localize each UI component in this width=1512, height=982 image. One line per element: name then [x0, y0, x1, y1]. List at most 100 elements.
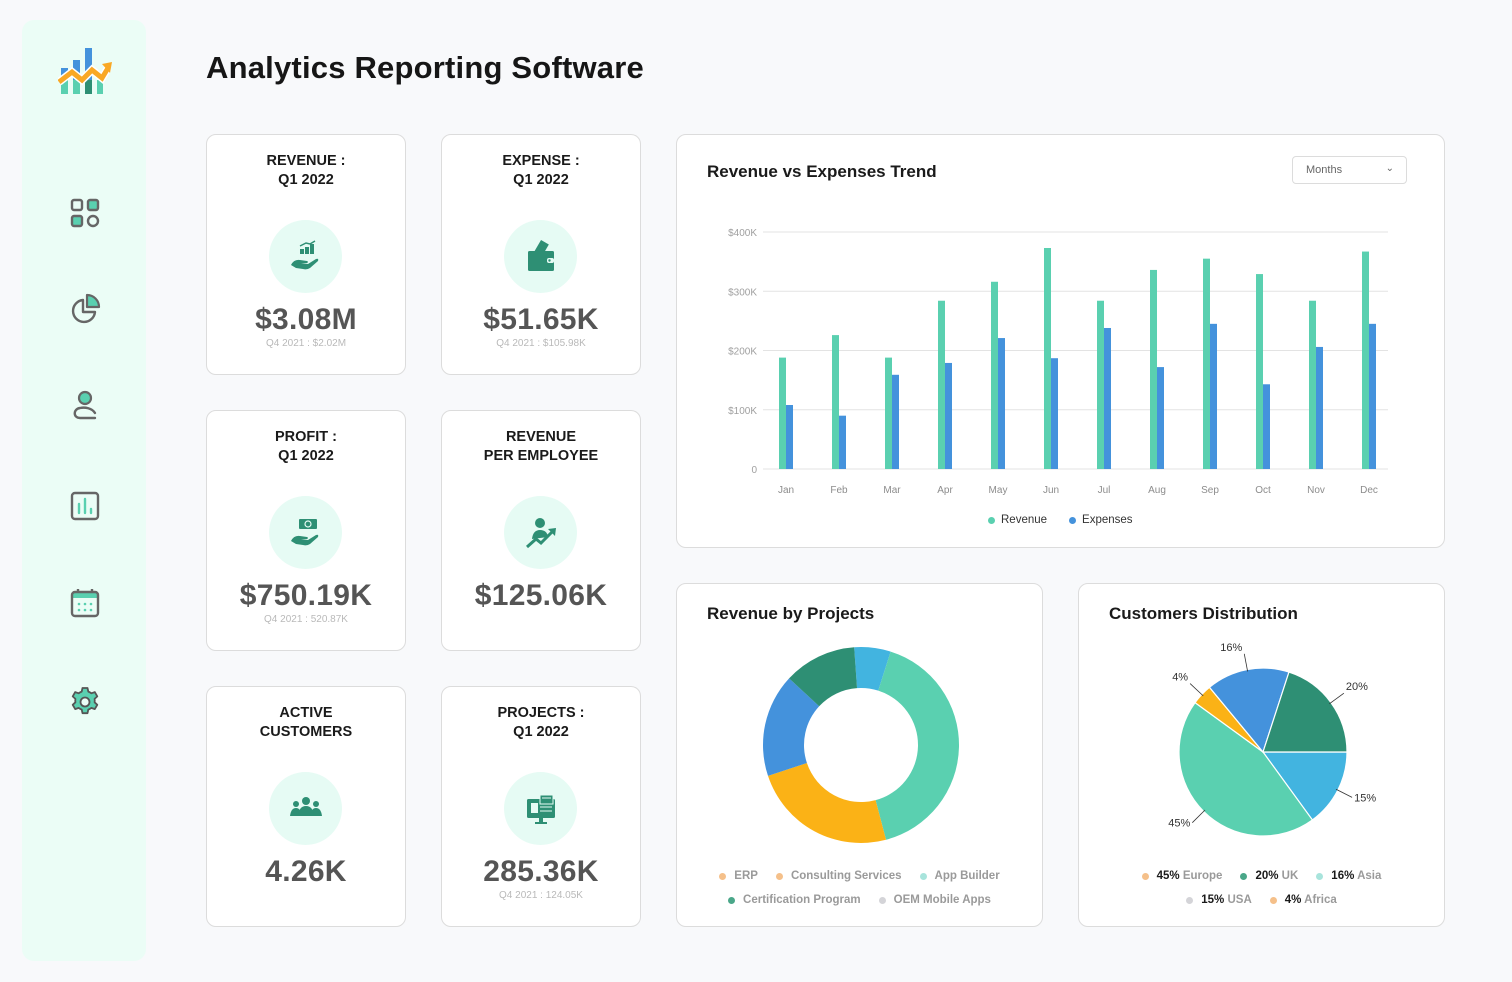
pie-leader-line [1329, 692, 1345, 705]
bar-expenses [1316, 346, 1323, 469]
pie-chart-icon [71, 293, 101, 324]
pie-leader-line [1189, 683, 1204, 697]
kpi-title: PROJECTS : Q1 2022 [497, 705, 585, 740]
x-tick-label: Jul [1098, 485, 1111, 496]
sidebar-item-dashboard[interactable] [66, 194, 104, 232]
money-hand-icon [290, 518, 318, 545]
bar-revenue [832, 335, 839, 469]
bar-expenses [786, 405, 793, 469]
bar-expenses [998, 338, 1005, 469]
customers-distribution-card: Customers Distribution 15% 45% 4% 16% 20% 45… [1078, 583, 1445, 927]
gear-icon [71, 687, 99, 715]
kpi-title: PROFIT : Q1 2022 [274, 429, 338, 464]
pie-data-label: 16% [1220, 642, 1242, 654]
kpi-comparison: Q4 2021 : $2.02M [265, 338, 347, 349]
legend-item-europe: 45% Europe [1141, 870, 1222, 882]
pie-leader-line [1192, 809, 1206, 823]
bar-revenue [991, 281, 998, 469]
kpi-title: REVENUE PER EMPLOYEE [483, 429, 599, 464]
bar-revenue [1362, 251, 1369, 469]
legend-item-africa: 4% Africa [1269, 894, 1337, 906]
legend-item-erp: ERP [719, 870, 758, 882]
kpi-card-active-customers: ACTIVE CUSTOMERS 4.26K [206, 686, 406, 927]
bar-revenue [779, 357, 786, 469]
x-tick-label: Apr [937, 485, 953, 496]
y-tick-label: $300K [728, 287, 757, 298]
revenue-by-projects-card: Revenue by Projects ERP Consulting Servi… [676, 583, 1043, 927]
pie-chart: 15% 45% 4% 16% 20% [1168, 642, 1376, 837]
pie-data-label: 15% [1354, 792, 1376, 804]
kpi-value: $51.65K [483, 303, 599, 336]
bar-expenses [1369, 323, 1376, 469]
calendar-icon [70, 589, 100, 618]
legend-item-certification: Certification Program [728, 894, 861, 906]
kpi-value: $750.19K [239, 579, 373, 612]
kpi-value: $125.06K [474, 579, 608, 612]
bar-expenses [1210, 323, 1217, 469]
bar-expenses [1157, 367, 1164, 469]
x-tick-label: Nov [1307, 485, 1325, 496]
sidebar [22, 20, 146, 961]
revenue-hand-icon [290, 239, 318, 269]
bar-expenses [1263, 384, 1270, 469]
chart-legend: Revenue Expenses [988, 514, 1133, 526]
x-tick-label: Sep [1201, 485, 1219, 496]
legend-item-revenue: Revenue [988, 514, 1047, 526]
customers-icon [289, 796, 322, 816]
revenue-expenses-card: Revenue vs Expenses Trend Months ⌄ 0 $100… [676, 134, 1445, 548]
page-title: Analytics Reporting Software [206, 50, 644, 85]
pie-data-label: 20% [1346, 681, 1368, 693]
kpi-card-revenue-per-employee: REVENUE PER EMPLOYEE $125.06K [441, 410, 641, 651]
kpi-comparison: Q4 2021 : 124.05K [499, 890, 583, 901]
x-tick-label: Jan [778, 485, 794, 496]
sidebar-item-reports[interactable] [66, 290, 104, 328]
kpi-value: 4.26K [265, 855, 347, 888]
pie-data-label: 4% [1172, 672, 1188, 684]
logo-icon [58, 48, 112, 94]
kpi-card-expense: EXPENSE : Q1 2022 $51.65K Q4 2021 : $105… [441, 134, 641, 375]
bar-expenses [1051, 358, 1058, 469]
sidebar-item-analytics[interactable] [66, 487, 104, 525]
grid-icon [70, 198, 100, 228]
bar-chart-icon [70, 491, 100, 521]
x-tick-label: Jun [1043, 485, 1059, 496]
pie-leader-line [1335, 788, 1353, 798]
legend-item-app-builder: App Builder [919, 870, 1000, 882]
y-tick-label: $400K [728, 228, 757, 239]
kpi-comparison: Q4 2021 : $105.98K [496, 338, 586, 349]
bar-expenses [1104, 327, 1111, 469]
kpi-value: 285.36K [483, 855, 599, 888]
bar-revenue [938, 300, 945, 469]
bar-revenue [1044, 247, 1051, 469]
user-icon [73, 390, 97, 420]
bar-expenses [945, 362, 952, 469]
bar-chart: 0 $100K $200K $300K $400K Jan Feb Mar Apr May Jun J… [728, 228, 1388, 496]
legend-item-expenses: Expenses [1069, 514, 1133, 526]
x-tick-label: Dec [1360, 485, 1378, 496]
sidebar-item-users[interactable] [66, 386, 104, 424]
x-tick-label: Mar [883, 485, 901, 496]
kpi-card-projects: PROJECTS : Q1 2022 285.36K Q4 2021 : 124… [441, 686, 641, 927]
donut-slice [875, 651, 959, 840]
x-tick-label: Oct [1255, 485, 1271, 496]
legend-item-usa: 15% USA [1186, 894, 1252, 906]
bar-expenses [892, 374, 899, 469]
y-tick-label: $200K [728, 347, 757, 358]
kpi-card-profit: PROFIT : Q1 2022 $750.19K Q4 2021 : 520.… [206, 410, 406, 651]
legend-item-asia: 16% Asia [1316, 870, 1381, 882]
sidebar-item-calendar[interactable] [66, 584, 104, 622]
legend-item-consulting: Consulting Services [775, 870, 902, 882]
sidebar-item-settings[interactable] [66, 683, 104, 721]
projects-monitor-icon [526, 794, 555, 824]
bar-revenue [885, 357, 892, 469]
bar-revenue [1256, 274, 1263, 469]
y-tick-label: 0 [751, 465, 757, 476]
bar-expenses [839, 415, 846, 469]
kpi-title: EXPENSE : Q1 2022 [502, 153, 580, 188]
donut-chart [763, 647, 959, 843]
kpi-title: ACTIVE CUSTOMERS [259, 705, 353, 740]
x-tick-label: Aug [1148, 485, 1166, 496]
y-tick-label: $100K [728, 406, 757, 417]
wallet-icon [527, 239, 554, 271]
legend-item-uk: 20% UK [1240, 870, 1298, 882]
